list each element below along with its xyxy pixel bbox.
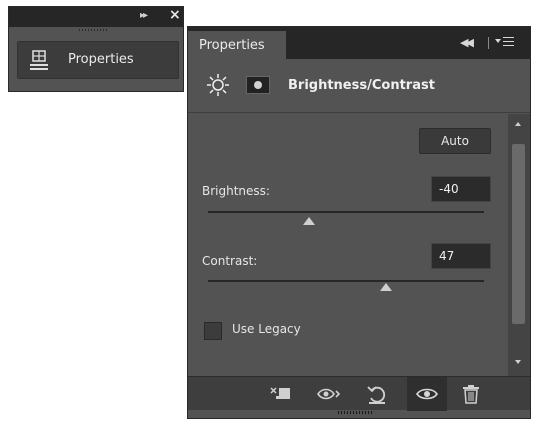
auto-button[interactable]: Auto bbox=[419, 128, 491, 154]
scroll-up-arrow-icon[interactable] bbox=[515, 122, 521, 126]
brightness-input[interactable]: -40 bbox=[431, 176, 491, 202]
brightness-sun-icon[interactable] bbox=[206, 73, 230, 97]
close-icon[interactable]: × bbox=[169, 7, 181, 23]
layer-mask-icon[interactable] bbox=[246, 76, 270, 94]
dock-grip[interactable] bbox=[9, 27, 183, 33]
contrast-label: Contrast: bbox=[202, 254, 258, 268]
clip-to-layer-icon[interactable] bbox=[268, 382, 294, 406]
visibility-eye-icon[interactable] bbox=[414, 382, 440, 406]
use-legacy-label: Use Legacy bbox=[232, 322, 301, 336]
adjustment-header: Brightness/Contrast bbox=[188, 59, 530, 113]
scroll-thumb[interactable] bbox=[512, 144, 525, 324]
trash-icon[interactable] bbox=[458, 382, 484, 406]
tab-separator bbox=[488, 37, 489, 49]
panel-scrollbar[interactable] bbox=[508, 114, 530, 376]
contrast-input[interactable]: 47 bbox=[431, 243, 491, 269]
properties-dock-button[interactable]: Properties bbox=[17, 41, 179, 79]
dock-title-bar[interactable]: ▸▸ × bbox=[9, 7, 183, 27]
adjustment-title: Brightness/Contrast bbox=[288, 78, 435, 93]
panel-bottom-toolbar bbox=[188, 376, 530, 411]
adjustment-controls: Auto Brightness: -40 Contrast: 47 Use Le… bbox=[188, 114, 508, 374]
brightness-slider-track[interactable] bbox=[208, 211, 484, 213]
collapsed-properties-dock: ▸▸ × Properties bbox=[8, 6, 184, 92]
panel-resize-grip[interactable] bbox=[338, 411, 372, 414]
contrast-slider-track[interactable] bbox=[208, 280, 484, 282]
double-chevron-left-icon[interactable]: ◀◀ bbox=[460, 36, 474, 49]
brightness-label: Brightness: bbox=[202, 184, 270, 198]
use-legacy-checkbox[interactable] bbox=[204, 322, 222, 340]
reset-icon[interactable] bbox=[364, 382, 390, 406]
panel-tab-bar: Properties ◀◀ bbox=[188, 27, 530, 59]
panel-menu-icon[interactable] bbox=[495, 34, 517, 50]
properties-panel: Properties ◀◀ Brightness/Contrast Auto B… bbox=[187, 26, 531, 419]
contrast-slider-thumb[interactable] bbox=[380, 283, 393, 291]
double-chevron-right-icon[interactable]: ▸▸ bbox=[140, 10, 148, 21]
properties-dock-label: Properties bbox=[68, 52, 134, 67]
view-previous-state-icon[interactable] bbox=[316, 382, 342, 406]
scroll-down-arrow-icon[interactable] bbox=[515, 360, 521, 364]
tab-properties[interactable]: Properties bbox=[188, 31, 286, 59]
properties-icon bbox=[30, 50, 48, 70]
brightness-slider-thumb[interactable] bbox=[303, 217, 316, 225]
